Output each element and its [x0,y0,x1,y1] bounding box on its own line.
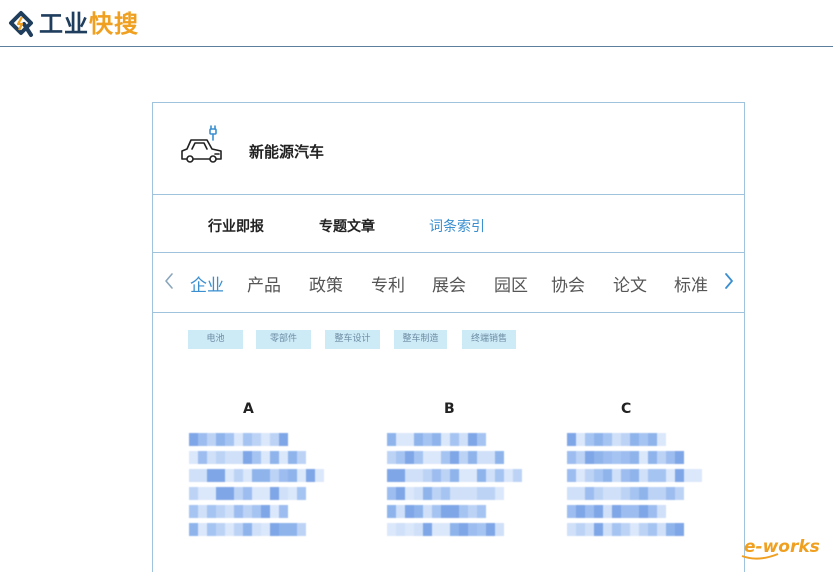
blurred-list-a [189,433,324,541]
watermark-text: e-works [744,537,820,557]
index-letter-a: A [243,401,254,417]
blurred-line [387,505,522,518]
index-letter-b: B [444,401,455,417]
blurred-line [189,487,324,500]
blurred-list-b [387,433,522,541]
category-bar: 企业 产品 政策 专利 展会 园区 协会 论文 标准 [153,252,744,313]
category-exhibition[interactable]: 展会 [432,271,466,296]
chip-parts[interactable]: 零部件 [256,330,311,349]
electric-car-icon [181,125,222,163]
logo-text-gongye: 工业 [39,10,89,38]
blurred-line [387,451,522,464]
chip-terminal-sales[interactable]: 终端销售 [462,330,516,349]
tab-industry-news[interactable]: 行业即报 [208,216,264,236]
blurred-line [567,451,702,464]
q-lightning-logo-icon [9,11,33,37]
blurred-line [567,505,702,518]
topic-title: 新能源汽车 [249,143,325,161]
chevron-right-icon[interactable] [721,266,737,296]
category-patent[interactable]: 专利 [371,271,405,296]
blurred-line [387,523,522,536]
blurred-line [387,469,522,482]
top-header: 工业快搜 [0,0,833,47]
blurred-line [387,433,522,446]
site-logo[interactable]: 工业快搜 [7,9,139,39]
index-letter-c: C [621,401,632,417]
blurred-line [567,433,702,446]
category-enterprise[interactable]: 企业 [190,271,224,296]
logo-text: 工业快搜 [39,10,139,38]
blurred-list-c [567,433,702,541]
category-standard[interactable]: 标准 [674,271,708,296]
chip-vehicle-manufacturing[interactable]: 整车制造 [394,330,447,349]
category-product[interactable]: 产品 [247,271,281,296]
blurred-line [189,469,324,482]
blurred-line [387,487,522,500]
blurred-line [189,505,324,518]
blurred-line [567,469,702,482]
blurred-line [567,487,702,500]
chevron-left-icon[interactable] [161,266,177,296]
chip-battery[interactable]: 电池 [188,330,243,349]
topic-title-row: 新能源汽车 [153,103,744,195]
blurred-line [567,523,702,536]
category-paper[interactable]: 论文 [613,271,647,296]
tab-bar: 行业即报 专题文章 词条索引 [153,194,744,253]
blurred-line [189,433,324,446]
tab-term-index[interactable]: 词条索引 [429,216,485,236]
blurred-line [189,523,324,536]
category-park[interactable]: 园区 [494,271,528,296]
tab-topic-articles[interactable]: 专题文章 [319,216,375,236]
blurred-line [189,451,324,464]
category-association[interactable]: 协会 [551,271,585,296]
logo-text-kuaisou: 快搜 [89,10,139,38]
chip-vehicle-design[interactable]: 整车设计 [325,330,380,349]
eworks-watermark: e-works [741,537,820,560]
category-policy[interactable]: 政策 [309,271,343,296]
topic-panel: 新能源汽车 行业即报 专题文章 词条索引 企业 产品 政策 专利 展会 园区 协… [152,102,745,572]
